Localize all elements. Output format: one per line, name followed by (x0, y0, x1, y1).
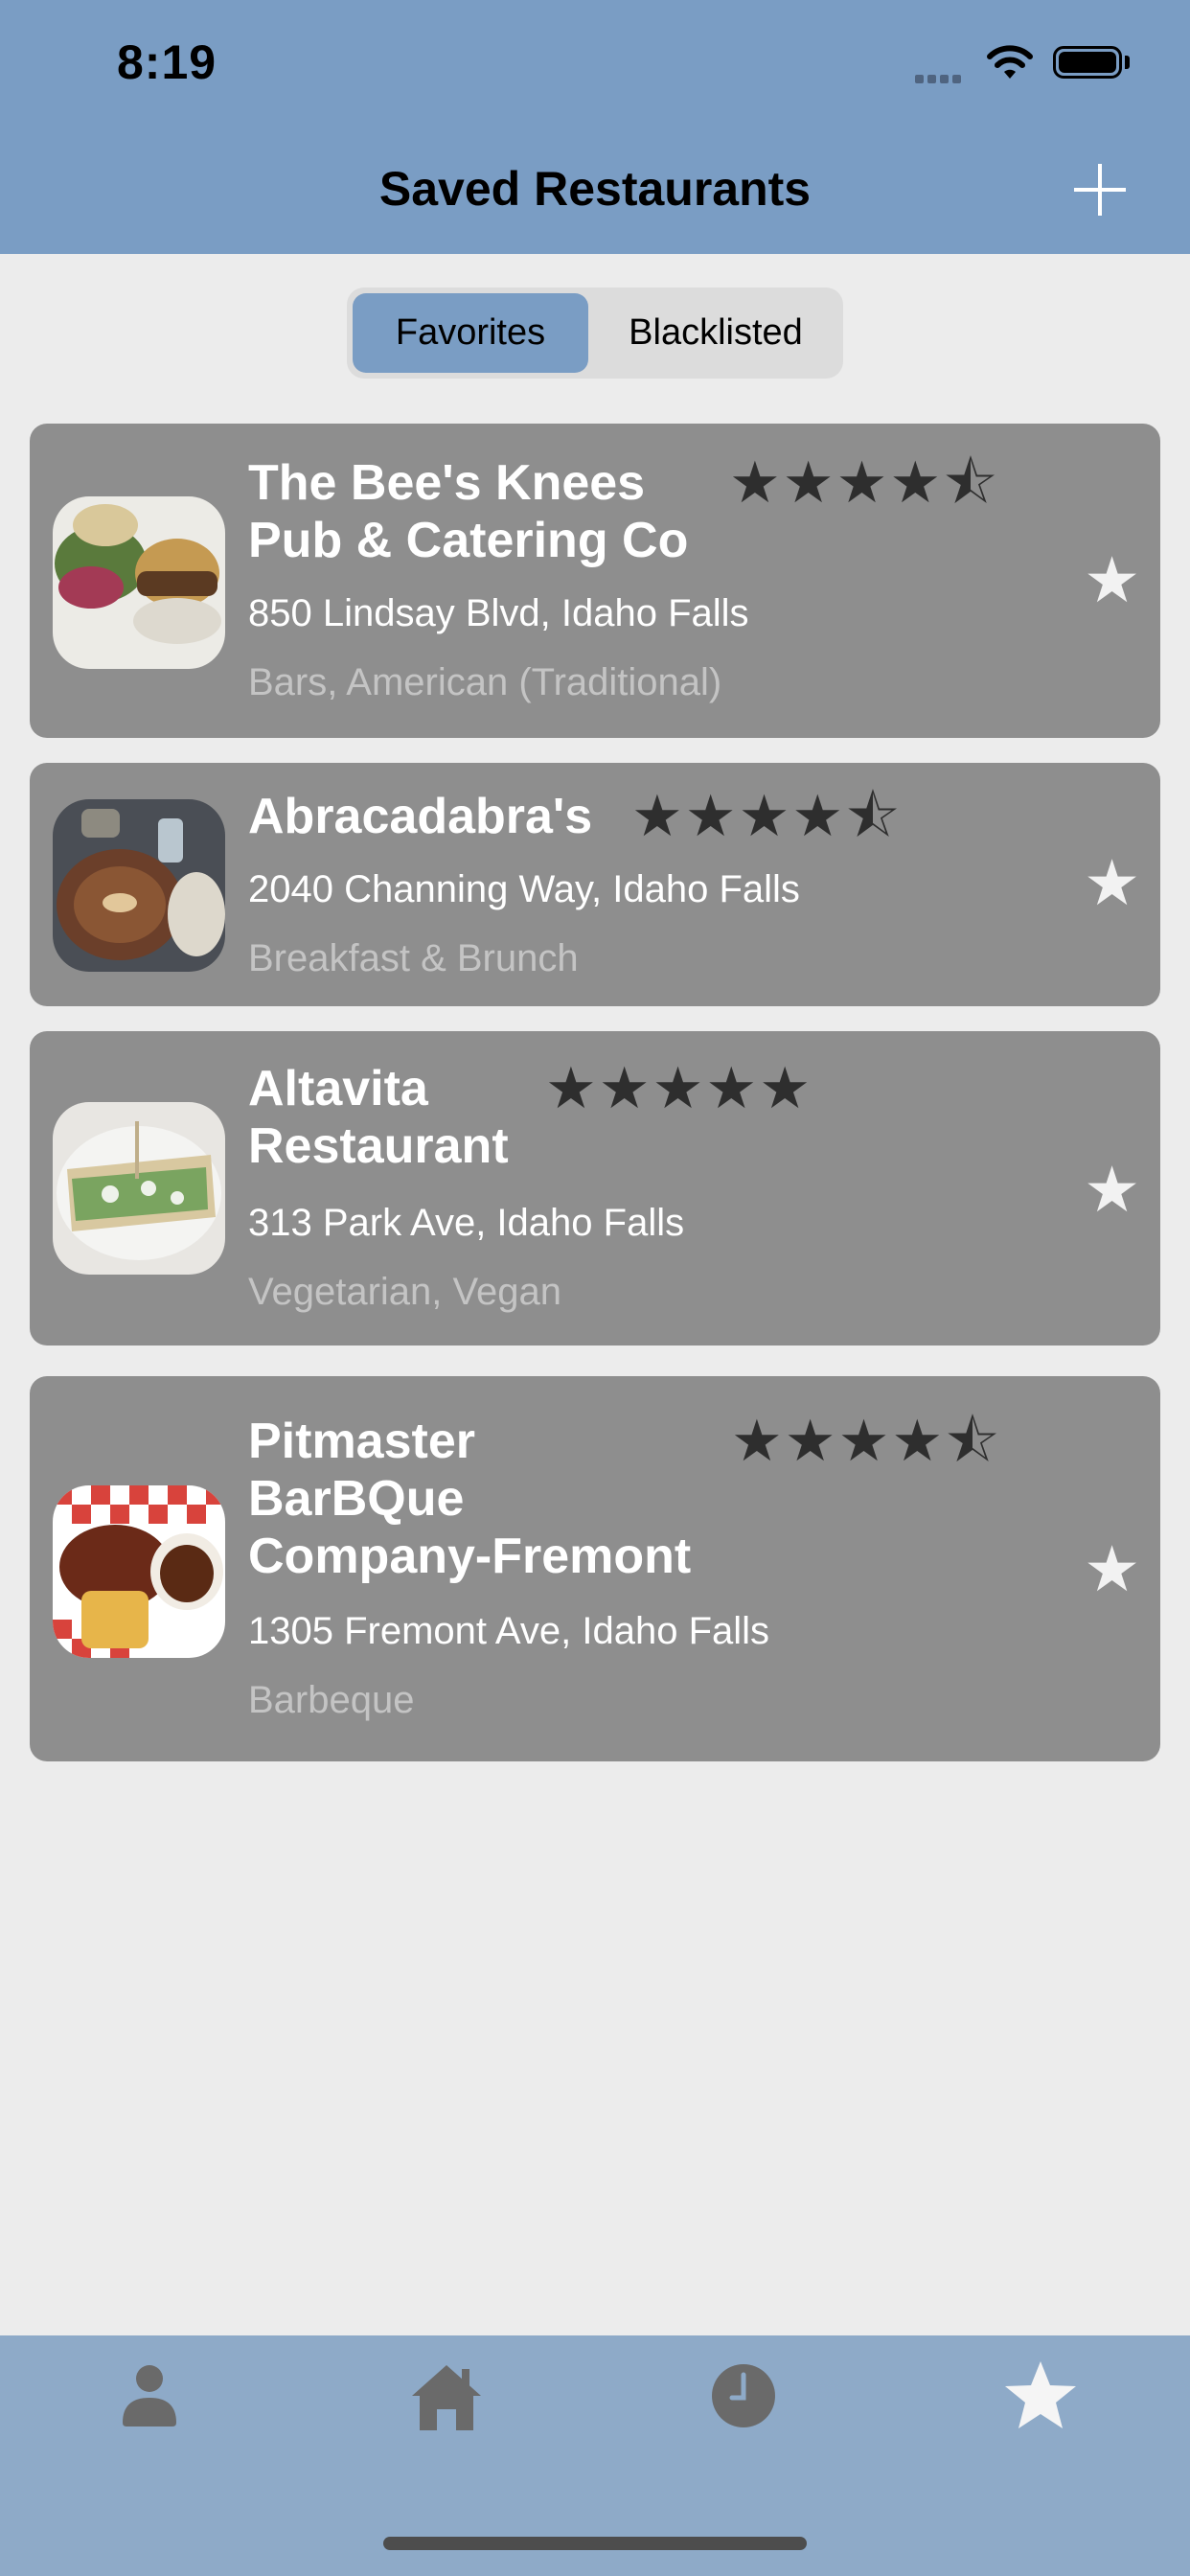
restaurant-categories: Vegetarian, Vegan (248, 1271, 561, 1313)
star-full-icon: ★ (891, 1409, 946, 1473)
restaurant-categories: Bars, American (Traditional) (248, 661, 722, 703)
star-full-icon: ★ (729, 450, 783, 515)
star-full-icon: ★ (545, 1056, 599, 1120)
add-restaurant-button[interactable] (1071, 161, 1129, 218)
star-icon[interactable] (1002, 2358, 1079, 2434)
favorite-star-icon[interactable]: ★ (1084, 548, 1140, 611)
restaurant-name: Abracadabra's (248, 789, 593, 844)
star-full-icon: ★ (835, 450, 890, 515)
page-title: Saved Restaurants (378, 162, 812, 216)
cellular-signal-icon (915, 71, 965, 88)
star-half-icon: ⯪ (943, 450, 1000, 515)
restaurant-address: 850 Lindsay Blvd, Idaho Falls (248, 592, 749, 634)
star-full-icon: ★ (738, 784, 792, 848)
wifi-icon (987, 45, 1033, 79)
star-half-icon: ⯪ (845, 784, 903, 848)
restaurant-photo (53, 496, 225, 669)
star-full-icon: ★ (598, 1056, 652, 1120)
star-full-icon: ★ (837, 1409, 892, 1473)
star-half-icon: ⯪ (945, 1409, 1002, 1473)
segment-blacklisted[interactable]: Blacklisted (594, 293, 837, 373)
restaurant-name: The Bee's Knees Pub & Catering Co (248, 455, 689, 568)
restaurant-card[interactable]: The Bee's Knees Pub & Catering Co ★★★★⯪ … (30, 424, 1160, 738)
home-indicator[interactable] (383, 2537, 807, 2550)
rating-stars: ★★★★★ (545, 1060, 812, 1117)
restaurant-name: Pitmaster BarBQue Company-Fremont (248, 1414, 692, 1584)
star-full-icon: ★ (784, 1409, 838, 1473)
star-full-icon: ★ (759, 1056, 812, 1120)
favorite-star-icon[interactable]: ★ (1084, 1537, 1140, 1600)
battery-cap (1125, 56, 1130, 69)
battery-icon (1053, 46, 1122, 79)
restaurant-card[interactable]: Pitmaster BarBQue Company-Fremont ★★★★⯪ … (30, 1376, 1160, 1761)
restaurant-categories: Barbeque (248, 1679, 415, 1721)
star-full-icon: ★ (652, 1056, 706, 1120)
star-full-icon: ★ (705, 1056, 760, 1120)
star-full-icon: ★ (889, 450, 944, 515)
favorite-star-icon[interactable]: ★ (1084, 1158, 1140, 1221)
restaurant-address: 2040 Channing Way, Idaho Falls (248, 868, 800, 910)
restaurant-categories: Breakfast & Brunch (248, 937, 579, 979)
rating-stars: ★★★★⯪ (631, 788, 902, 845)
star-full-icon: ★ (791, 784, 846, 848)
star-full-icon: ★ (631, 784, 685, 848)
person-icon[interactable] (111, 2358, 188, 2434)
restaurant-card[interactable]: Abracadabra's ★★★★⯪ 2040 Channing Way, I… (30, 763, 1160, 1006)
restaurant-photo (53, 799, 225, 972)
restaurant-card[interactable]: Altavita Restaurant ★★★★★ 313 Park Ave, … (30, 1031, 1160, 1346)
favorites-blacklisted-segmented-control: Favorites Blacklisted (347, 288, 843, 379)
restaurant-photo (53, 1485, 225, 1658)
restaurant-address: 1305 Fremont Ave, Idaho Falls (248, 1610, 770, 1652)
rating-stars: ★★★★⯪ (729, 454, 999, 512)
segment-favorites[interactable]: Favorites (353, 293, 588, 373)
rating-stars: ★★★★⯪ (731, 1413, 1001, 1470)
restaurant-name: Altavita Restaurant (248, 1061, 509, 1174)
restaurant-photo (53, 1102, 225, 1275)
star-full-icon: ★ (684, 784, 739, 848)
status-time: 8:19 (117, 35, 217, 89)
home-icon[interactable] (408, 2358, 485, 2434)
clock-icon[interactable] (705, 2358, 782, 2434)
restaurant-address: 313 Park Ave, Idaho Falls (248, 1202, 685, 1244)
star-full-icon: ★ (782, 450, 836, 515)
favorite-star-icon[interactable]: ★ (1084, 851, 1140, 914)
star-full-icon: ★ (731, 1409, 785, 1473)
